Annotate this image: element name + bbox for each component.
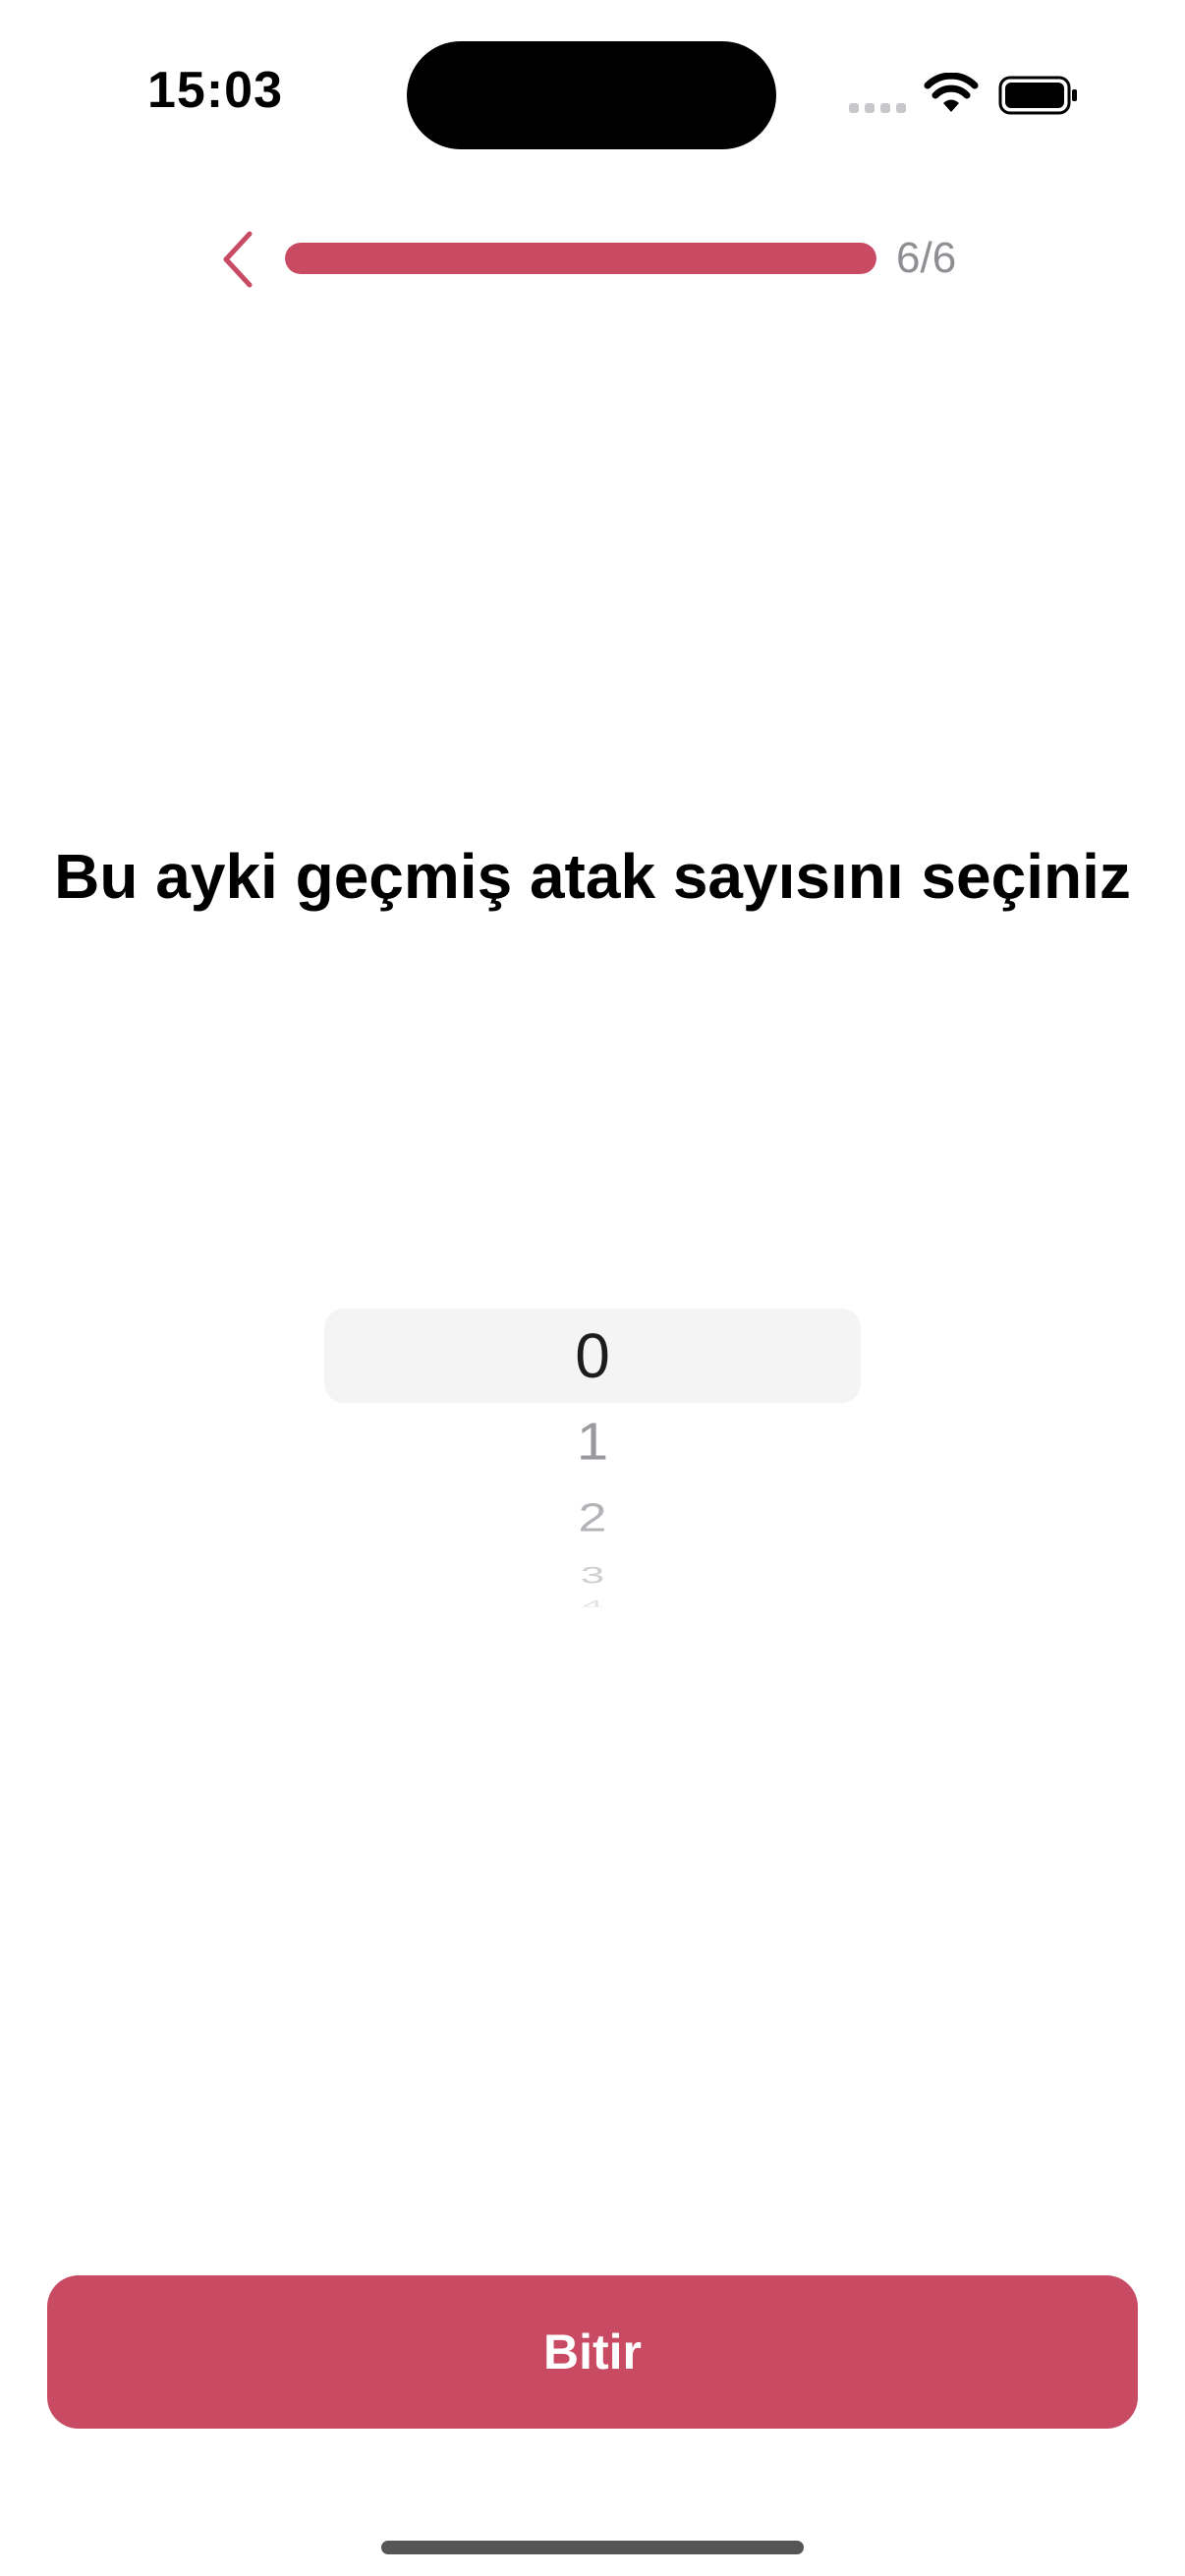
picker-option[interactable]: 4 (324, 1600, 861, 1607)
progress-bar (285, 243, 876, 274)
progress-fill (285, 243, 876, 274)
wifi-icon (924, 73, 979, 112)
picker-option[interactable]: 0 (324, 1316, 861, 1395)
picker-option[interactable]: 3 (324, 1563, 861, 1589)
finish-button[interactable]: Bitir (47, 2275, 1138, 2429)
dynamic-island (407, 41, 776, 149)
screen: 15:03 6/6 Bu ayki geçmiş atak sayısını s… (0, 0, 1185, 2576)
home-indicator (381, 2541, 804, 2554)
battery-icon (998, 76, 1077, 115)
step-counter: 6/6 (896, 234, 957, 282)
picker-option[interactable]: 2 (324, 1494, 861, 1541)
question-title: Bu ayki geçmiş atak sayısını seçiniz (54, 841, 1131, 912)
back-button[interactable] (208, 222, 267, 297)
chevron-left-icon (223, 231, 253, 288)
signal-icon (849, 103, 906, 113)
status-time: 15:03 (147, 62, 283, 119)
picker-option[interactable]: 1 (324, 1410, 861, 1475)
